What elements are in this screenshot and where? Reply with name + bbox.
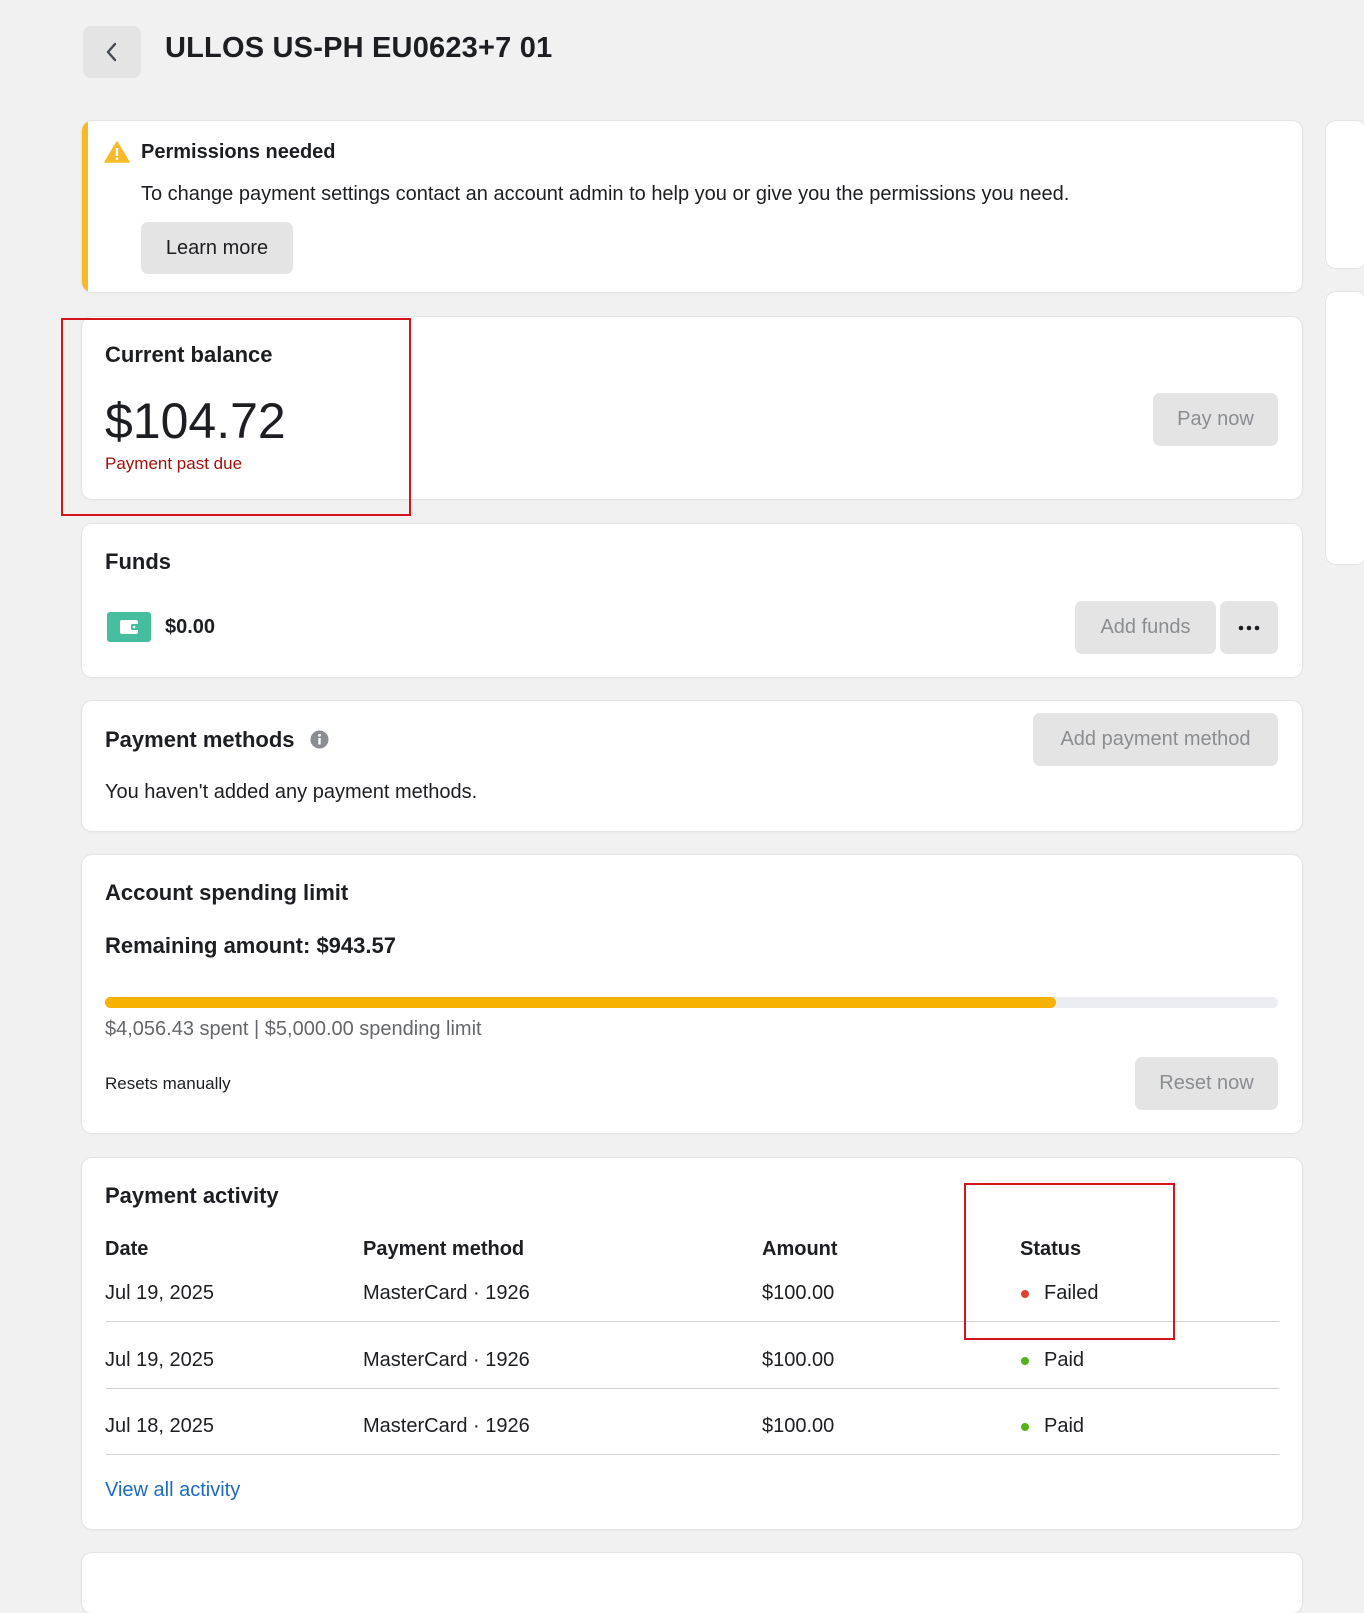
payment-activity-title: Payment activity (105, 1183, 279, 1208)
status-dot-paid-icon (1021, 1357, 1029, 1365)
highlight-box-balance (61, 318, 411, 516)
funds-amount: $0.00 (165, 616, 216, 638)
spending-limit-card: Account spending limit Remaining amount:… (82, 855, 1302, 1133)
row-amount: $100.00 (762, 1349, 835, 1371)
row-payment-method: MasterCard · 1926 (363, 1349, 530, 1371)
permissions-message: To change payment settings contact an ac… (141, 183, 1070, 205)
add-payment-method-button[interactable]: Add payment method (1033, 713, 1278, 766)
row-payment-method: MasterCard · 1926 (363, 1282, 530, 1304)
row-divider (106, 1454, 1279, 1455)
warning-icon (104, 141, 130, 163)
payment-methods-card: Payment methods Add payment method You h… (82, 701, 1302, 831)
more-horizontal-icon (1238, 625, 1260, 630)
wallet-icon (107, 612, 151, 642)
spending-limit-title: Account spending limit (105, 880, 349, 905)
info-icon[interactable] (310, 730, 329, 749)
row-payment-method: MasterCard · 1926 (363, 1415, 530, 1437)
highlight-box-status (964, 1183, 1175, 1340)
add-funds-button[interactable]: Add funds (1075, 601, 1216, 654)
spending-progress-track (105, 997, 1278, 1008)
permissions-banner: Permissions needed To change payment set… (82, 121, 1302, 292)
spending-progress-fill (105, 997, 1057, 1008)
reset-now-button[interactable]: Reset now (1135, 1057, 1278, 1110)
permissions-title: Permissions needed (141, 141, 336, 163)
column-header-amount: Amount (762, 1238, 838, 1260)
row-date: Jul 19, 2025 (105, 1349, 214, 1371)
funds-title: Funds (105, 549, 171, 574)
next-card-partial (82, 1553, 1302, 1613)
row-date: Jul 18, 2025 (105, 1415, 214, 1437)
warning-accent-bar (82, 121, 88, 292)
status-dot-paid-icon (1021, 1423, 1029, 1431)
page-title: ULLOS US-PH EU0623+7 01 (165, 32, 553, 64)
row-amount: $100.00 (762, 1282, 835, 1304)
reset-note: Resets manually (105, 1074, 231, 1093)
row-status: Paid (1044, 1415, 1085, 1437)
chevron-left-icon (106, 42, 117, 62)
column-header-date: Date (105, 1238, 149, 1260)
pay-now-button[interactable]: Pay now (1153, 393, 1278, 446)
row-status: Paid (1044, 1349, 1085, 1371)
side-panel-card-2 (1326, 292, 1364, 564)
row-date: Jul 19, 2025 (105, 1282, 214, 1304)
learn-more-button[interactable]: Learn more (141, 222, 293, 274)
row-amount: $100.00 (762, 1415, 835, 1437)
column-header-payment-method: Payment method (363, 1238, 525, 1260)
more-options-button[interactable] (1220, 601, 1278, 654)
payment-methods-empty-message: You haven't added any payment methods. (105, 781, 478, 803)
remaining-amount: Remaining amount: $943.57 (105, 933, 396, 958)
funds-card: Funds $0.00 Add funds (82, 524, 1302, 677)
side-panel-card-1 (1326, 121, 1364, 268)
back-button[interactable] (83, 26, 141, 78)
spending-summary: $4,056.43 spent | $5,000.00 spending lim… (105, 1018, 482, 1040)
row-divider (106, 1388, 1279, 1389)
payment-methods-title: Payment methods (105, 727, 295, 752)
view-all-activity-link[interactable]: View all activity (105, 1479, 240, 1502)
